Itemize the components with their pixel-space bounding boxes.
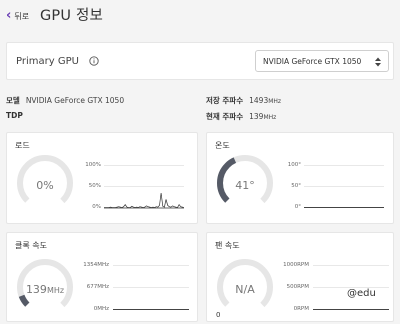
current-freq-key: 현재 주파수 — [206, 112, 244, 121]
primary-gpu-panel: Primary GPU NVIDIA GeForce GTX 1050 — [6, 42, 394, 80]
load-title: 로드 — [15, 141, 30, 150]
temp-tick-mid: 50° — [291, 183, 301, 189]
clock-title: 클록 속도 — [15, 241, 47, 250]
stored-freq-row: 저장 주파수 1493MHz — [206, 95, 281, 106]
fan-panel: 팬 속도 N/A 0 1000RPM 500RPM 0RPM — [206, 232, 394, 322]
load-history-chart — [104, 192, 184, 209]
select-arrows-icon — [375, 57, 381, 67]
tdp-row: TDP — [6, 111, 23, 120]
stored-freq-key: 저장 주파수 — [206, 96, 244, 105]
model-row: 모델 NVIDIA GeForce GTX 1050 — [6, 95, 124, 106]
load-tick-min: 0% — [92, 204, 101, 210]
back-label: 뒤로 — [14, 11, 30, 21]
primary-gpu-label: Primary GPU — [16, 56, 79, 67]
tdp-key: TDP — [6, 111, 23, 120]
clock-unit: MHz — [46, 286, 65, 295]
clock-value-wrap: 139MHz — [15, 283, 75, 296]
header: ‹ 뒤로 GPU 정보 — [0, 0, 400, 30]
temp-value: 41° — [235, 179, 255, 192]
clock-history-baseline — [113, 309, 189, 310]
clock-tick-min: 0MHz — [93, 306, 109, 312]
fan-min-label: 0 — [216, 311, 221, 319]
load-tick-mid: 50% — [88, 183, 101, 189]
fan-title: 팬 속도 — [215, 241, 240, 250]
load-tick-max: 100% — [85, 162, 101, 168]
gpu-select-value: NVIDIA GeForce GTX 1050 — [263, 57, 362, 66]
clock-panel: 클록 속도 139MHz 1354MHz 677MHz 0MHz — [6, 232, 198, 322]
stored-freq-value: 1493 — [249, 96, 269, 105]
clock-value: 139 — [25, 283, 47, 296]
current-freq-value: 139 — [249, 112, 264, 121]
temp-tick-max: 100° — [287, 162, 301, 168]
chevron-left-icon: ‹ — [6, 8, 12, 23]
clock-tick-mid: 677MHz — [86, 284, 109, 290]
load-history-line — [104, 192, 184, 209]
gpu-select[interactable]: NVIDIA GeForce GTX 1050 — [255, 50, 389, 72]
temp-panel: 온도 41° 100° 50° 0° — [206, 132, 394, 224]
load-panel: 로드 0% 100% 50% 0% — [6, 132, 198, 224]
model-key: 모델 — [6, 96, 20, 105]
fan-tick-mid: 500RPM — [286, 284, 309, 290]
temp-title: 온도 — [215, 141, 230, 150]
clock-tick-max: 1354MHz — [83, 262, 109, 268]
temp-history-baseline — [304, 207, 384, 208]
fan-history-baseline — [313, 309, 389, 310]
back-button[interactable]: ‹ 뒤로 — [6, 9, 29, 23]
info-icon[interactable] — [89, 56, 99, 66]
page-title: GPU 정보 — [40, 8, 104, 24]
current-freq-row: 현재 주파수 139MHz — [206, 111, 276, 122]
fan-tick-min: 0RPM — [293, 306, 309, 312]
stored-freq-unit: MHz — [268, 98, 282, 105]
fan-value: N/A — [235, 283, 255, 296]
current-freq-unit: MHz — [263, 114, 277, 121]
temp-tick-min: 0° — [294, 204, 301, 210]
fan-tick-max: 1000RPM — [283, 262, 309, 268]
load-value: 0% — [36, 179, 54, 192]
model-value: NVIDIA GeForce GTX 1050 — [25, 96, 125, 105]
watermark: @edu — [347, 288, 376, 299]
